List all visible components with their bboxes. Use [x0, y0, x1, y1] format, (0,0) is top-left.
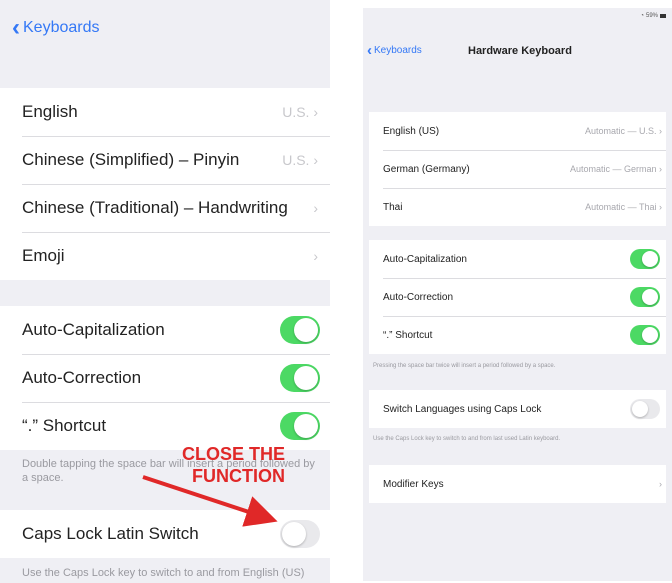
back-label: Keyboards — [374, 45, 422, 56]
page-title: Hardware Keyboard — [468, 45, 572, 57]
keyboard-label: Thai — [383, 201, 403, 213]
keyboard-detail: Automatic — Thai › — [585, 202, 662, 212]
status-bar: ◔ 59% — [640, 13, 666, 19]
caps-lock-footer: Use the Caps Lock key to switch to and f… — [373, 436, 561, 442]
hardware-keyboard-settings: ◔ 59% ‹ Keyboards Hardware Keyboard Engl… — [363, 8, 672, 581]
annotation-arrow-icon — [142, 475, 278, 527]
chevron-right-icon: › — [659, 202, 662, 212]
wifi-icon: ◔ — [640, 13, 644, 19]
back-button[interactable]: ‹ Keyboards — [367, 41, 422, 59]
switch-languages-row: Switch Languages using Caps Lock — [369, 390, 666, 428]
keyboard-row-english-us[interactable]: English (US) Automatic — U.S. › — [369, 112, 666, 150]
toggle-label: Auto-Correction — [383, 291, 454, 303]
period-shortcut-row: “.” Shortcut — [369, 316, 666, 354]
auto-capitalization-toggle[interactable] — [630, 249, 660, 269]
auto-capitalization-row: Auto-Capitalization — [369, 240, 666, 278]
switch-languages-caps-lock-toggle[interactable] — [630, 399, 660, 419]
modifier-keys-group: Modifier Keys › — [369, 465, 666, 503]
auto-correction-toggle[interactable] — [630, 287, 660, 307]
keyboard-label: English (US) — [383, 125, 440, 137]
toggle-label: Auto-Capitalization — [383, 253, 467, 265]
chevron-left-icon: ‹ — [367, 41, 372, 59]
toggle-label: Switch Languages using Caps Lock — [383, 403, 542, 415]
keyboard-detail: Automatic — German › — [569, 164, 662, 174]
keyboard-row-german[interactable]: German (Germany) Automatic — German › — [369, 150, 666, 188]
modifier-keys-label: Modifier Keys — [383, 478, 444, 490]
auto-correction-row: Auto-Correction — [369, 278, 666, 316]
caps-lock-group: Switch Languages using Caps Lock — [369, 390, 666, 428]
chevron-right-icon: › — [659, 164, 662, 174]
period-shortcut-toggle[interactable] — [630, 325, 660, 345]
hardware-keyboard-list: English (US) Automatic — U.S. › German (… — [369, 112, 666, 226]
battery-percent: 59% — [645, 13, 658, 19]
shortcut-footer: Pressing the space bar twice will insert… — [373, 363, 556, 369]
chevron-right-icon: › — [659, 126, 662, 136]
typing-options-group: Auto-Capitalization Auto-Correction “.” … — [369, 240, 666, 354]
toggle-label: “.” Shortcut — [383, 329, 433, 341]
keyboard-row-thai[interactable]: Thai Automatic — Thai › — [369, 188, 666, 226]
modifier-keys-row[interactable]: Modifier Keys › — [369, 465, 666, 503]
keyboard-label: German (Germany) — [383, 163, 470, 175]
battery-icon — [660, 14, 666, 18]
keyboard-detail: Automatic — U.S. › — [584, 126, 662, 136]
chevron-right-icon: › — [659, 479, 662, 489]
